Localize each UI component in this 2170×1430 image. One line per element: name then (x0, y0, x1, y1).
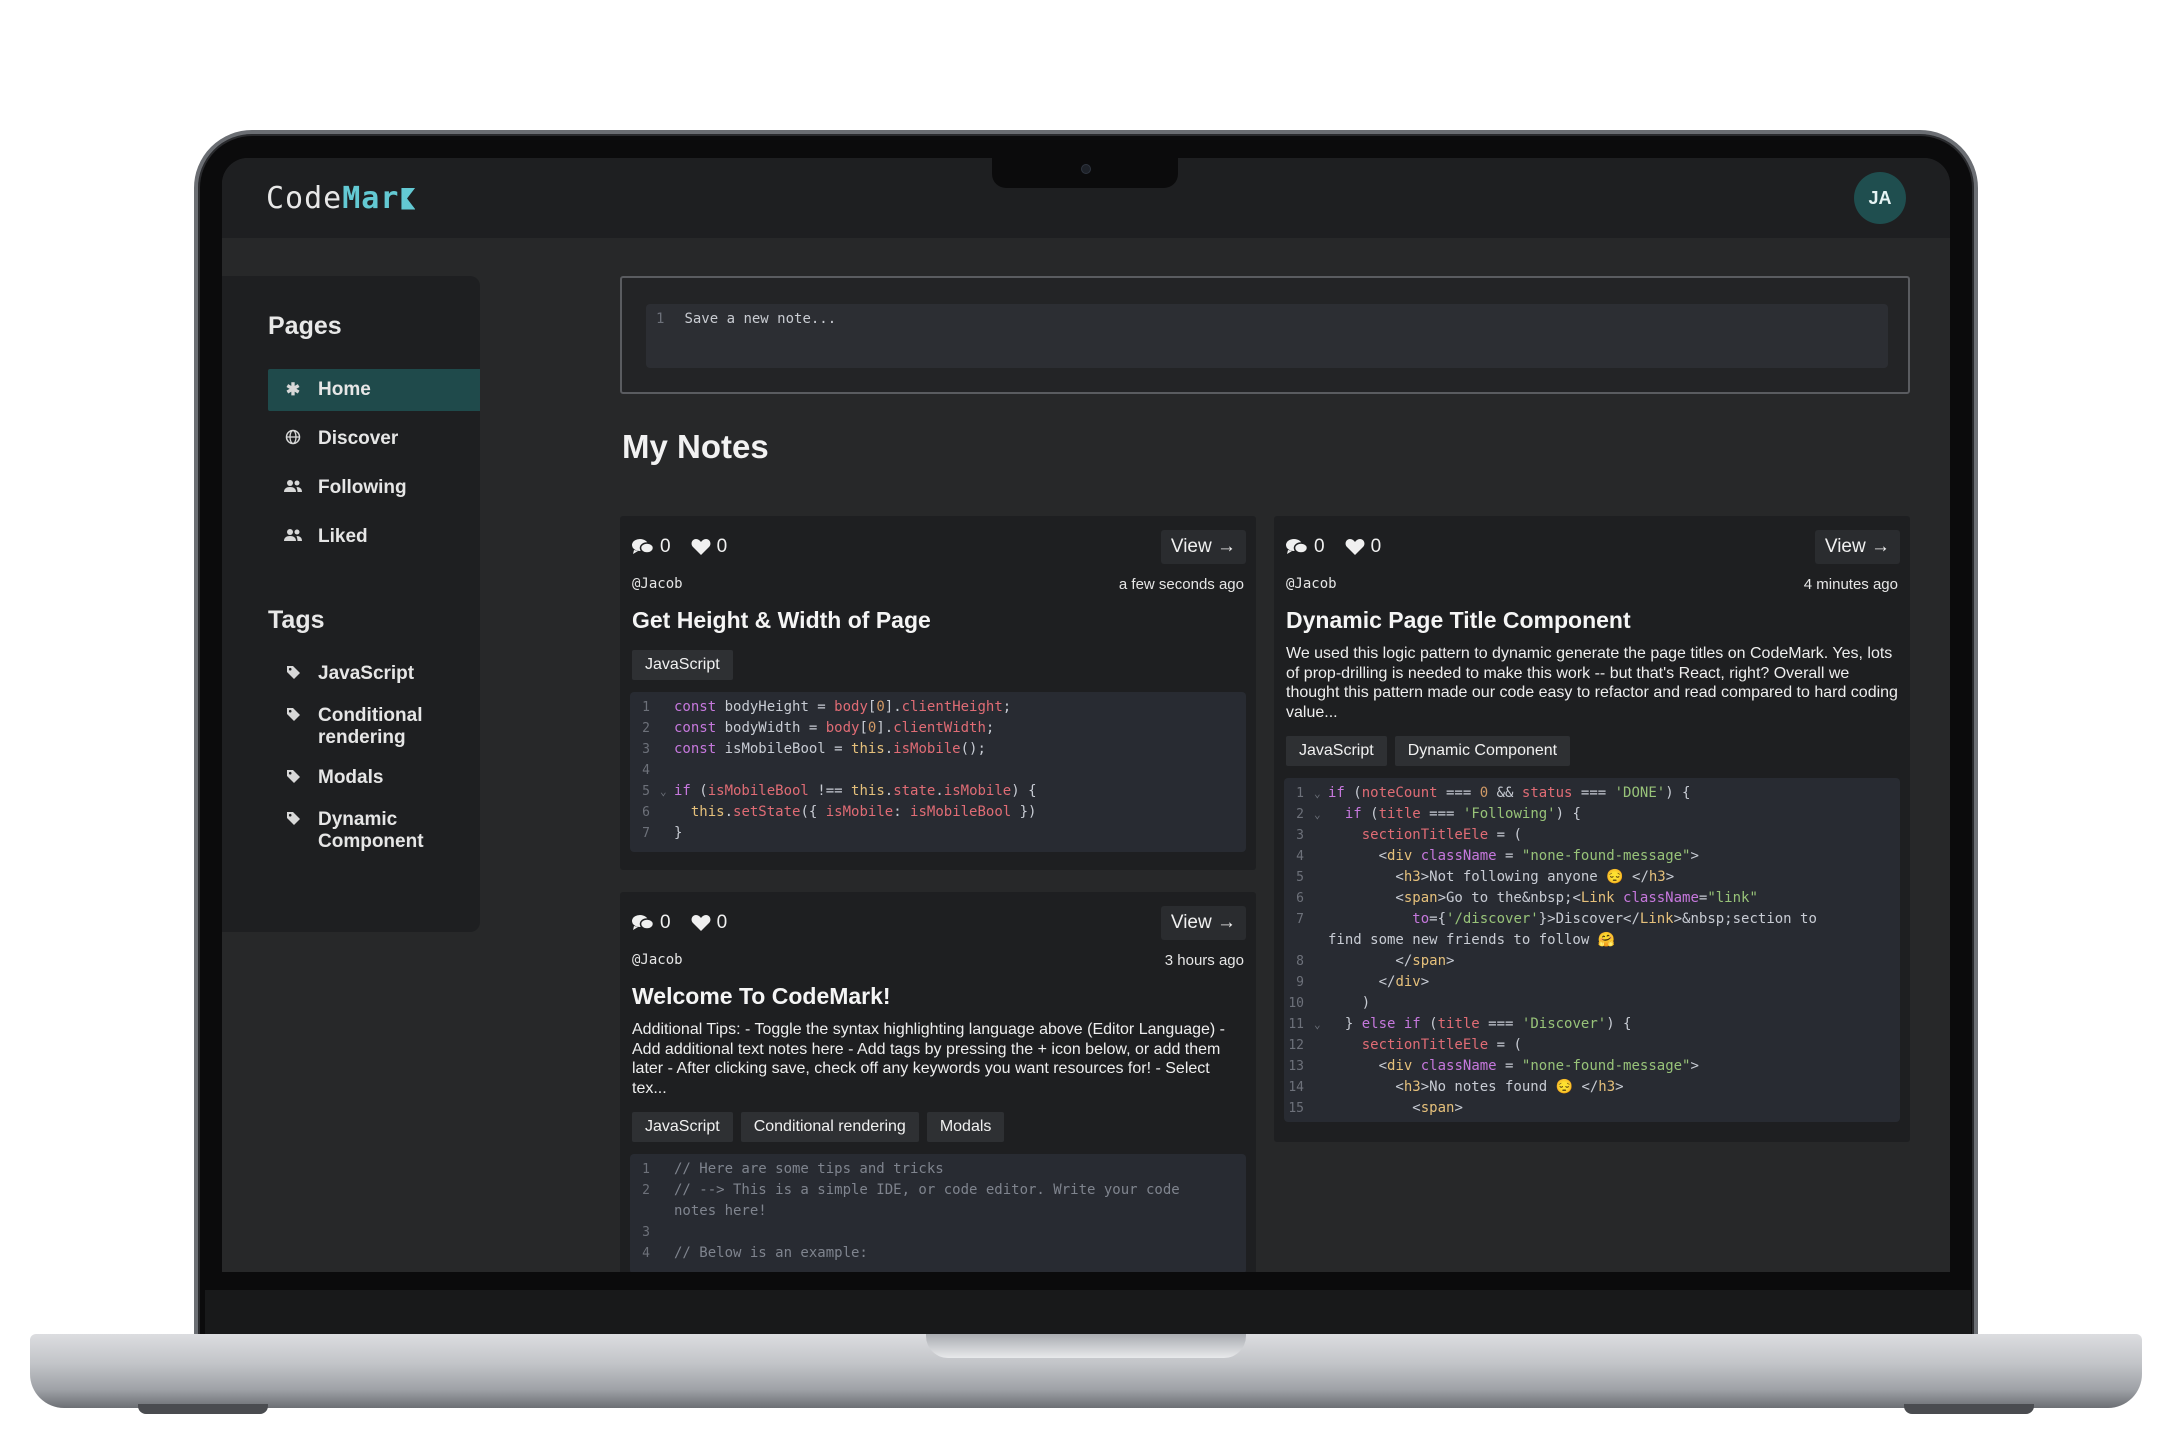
logo-accent-text: Mar (342, 180, 400, 216)
laptop-thumb-notch (926, 1334, 1246, 1358)
comment-count[interactable]: 0 (1286, 536, 1325, 558)
users-icon (282, 527, 304, 547)
like-count-value: 0 (716, 536, 728, 557)
tag-icon (282, 705, 304, 729)
tag-icon (282, 809, 304, 833)
sidebar-item-label: Discover (318, 428, 399, 449)
sidebar-tag-label: JavaScript (318, 663, 415, 684)
note-tag[interactable]: Dynamic Component (1394, 736, 1571, 766)
sidebar-tag-label: Dynamic Component (318, 809, 424, 852)
comment-count-value: 0 (1314, 536, 1325, 557)
logo-k-glyph-icon (401, 187, 416, 210)
sidebar-tag-conditional-rendering[interactable]: Conditional rendering (268, 705, 480, 749)
like-count[interactable]: 0 (691, 536, 728, 558)
sidebar-tag-modals[interactable]: Modals (268, 767, 480, 791)
sidebar-item-liked[interactable]: Liked (268, 516, 480, 558)
view-label: View (1170, 912, 1212, 933)
like-count-value: 0 (1370, 536, 1382, 557)
screen-notch (992, 158, 1178, 188)
pages-heading: Pages (268, 312, 342, 340)
code-snippet[interactable]: 1 ⌄ if (noteCount === 0 && status === 'DON… (1284, 778, 1900, 1122)
new-note-editor[interactable]: 1 Save a new note... (646, 304, 1888, 368)
comment-count-value: 0 (660, 536, 671, 557)
sidebar-item-label: Liked (318, 526, 368, 547)
comments-icon (632, 539, 654, 554)
tag-icon (282, 767, 304, 791)
sidebar-item-label: Following (318, 477, 407, 498)
note-card: 0 0 View → @Jacob a few seconds ago Get … (620, 516, 1256, 870)
app-screen: CodeMar JA Pages ✱ Home Discover Followi… (222, 158, 1950, 1272)
globe-icon (282, 429, 304, 450)
note-tag[interactable]: Conditional rendering (740, 1112, 919, 1142)
like-count-value: 0 (716, 912, 728, 933)
note-tag[interactable]: JavaScript (632, 1112, 733, 1142)
note-tag[interactable]: JavaScript (632, 650, 733, 680)
sidebar-tag-dynamic-component[interactable]: Dynamic Component (268, 809, 480, 853)
sidebar-tag-label: Modals (318, 767, 384, 788)
logo-text: Code (266, 180, 343, 216)
view-note-button[interactable]: View → (1160, 530, 1246, 564)
heart-icon (691, 915, 711, 931)
view-note-button[interactable]: View → (1160, 906, 1246, 940)
view-note-button[interactable]: View → (1814, 530, 1900, 564)
new-note-composer: 1 Save a new note... (620, 276, 1910, 394)
note-timestamp: 3 hours ago (1164, 952, 1244, 969)
like-count[interactable]: 0 (1345, 536, 1382, 558)
note-title[interactable]: Dynamic Page Title Component (1286, 607, 1898, 634)
code-line: // Here are some tips and tricks (674, 1161, 944, 1177)
code-line: // Below is an example: (674, 1245, 868, 1261)
users-icon (282, 478, 304, 498)
new-note-placeholder: Save a new note... (684, 311, 837, 327)
note-card: 0 0 View → @Jacob 3 hours ago Welcome To… (620, 892, 1256, 1272)
note-author[interactable]: @Jacob (632, 576, 683, 593)
heart-icon (1345, 539, 1365, 555)
sidebar: Pages ✱ Home Discover Following Liked Ta… (222, 276, 480, 932)
note-author[interactable]: @Jacob (1286, 576, 1337, 593)
code-snippet[interactable]: 1// Here are some tips and tricks 2// --… (630, 1154, 1246, 1272)
comment-count[interactable]: 0 (632, 912, 671, 934)
tags-heading: Tags (268, 606, 325, 634)
arrow-right-icon: → (1217, 536, 1236, 557)
note-author[interactable]: @Jacob (632, 952, 683, 969)
codemark-logo[interactable]: CodeMar (266, 180, 416, 216)
sidebar-item-discover[interactable]: Discover (268, 418, 480, 460)
code-snippet[interactable]: 1 const bodyHeight = body[0].clientHeight… (630, 692, 1246, 852)
note-card: 0 0 View → @Jacob 4 minutes ago Dynamic … (1274, 516, 1910, 1142)
note-timestamp: 4 minutes ago (1803, 576, 1898, 593)
note-timestamp: a few seconds ago (1118, 576, 1244, 593)
note-title[interactable]: Welcome To CodeMark! (632, 983, 1244, 1010)
code-line: // --> This is a simple IDE, or code edi… (674, 1182, 1180, 1198)
comment-count[interactable]: 0 (632, 536, 671, 558)
sidebar-item-following[interactable]: Following (268, 467, 480, 509)
note-tag[interactable]: Modals (926, 1112, 1005, 1142)
laptop-foot (138, 1404, 268, 1414)
arrow-right-icon: → (1217, 912, 1236, 933)
line-number: 1 (656, 311, 665, 327)
comment-count-value: 0 (660, 912, 671, 933)
laptop-chin (205, 1290, 1971, 1334)
note-description: We used this logic pattern to dynamic ge… (1286, 645, 1898, 721)
tag-icon (282, 663, 304, 687)
sidebar-tag-javascript[interactable]: JavaScript (268, 663, 480, 687)
page-title: My Notes (622, 428, 769, 465)
view-label: View (1824, 536, 1866, 557)
comments-icon (1286, 539, 1308, 554)
arrow-right-icon: → (1871, 536, 1890, 557)
camera-icon (1081, 164, 1091, 174)
heart-icon (691, 539, 711, 555)
comments-icon (632, 915, 654, 930)
note-description: Additional Tips: - Toggle the syntax hig… (632, 1021, 1225, 1097)
sidebar-item-home[interactable]: ✱ Home (268, 369, 480, 411)
note-title[interactable]: Get Height & Width of Page (632, 607, 1244, 634)
laptop-foot (1904, 1404, 2034, 1414)
sidebar-tag-label: Conditional rendering (318, 705, 423, 748)
like-count[interactable]: 0 (691, 912, 728, 934)
note-tag[interactable]: JavaScript (1286, 736, 1387, 766)
code-line: notes here! (674, 1203, 767, 1219)
asterisk-icon: ✱ (285, 380, 301, 399)
user-avatar[interactable]: JA (1854, 172, 1906, 224)
view-label: View (1170, 536, 1212, 557)
sidebar-item-label: Home (318, 379, 371, 400)
